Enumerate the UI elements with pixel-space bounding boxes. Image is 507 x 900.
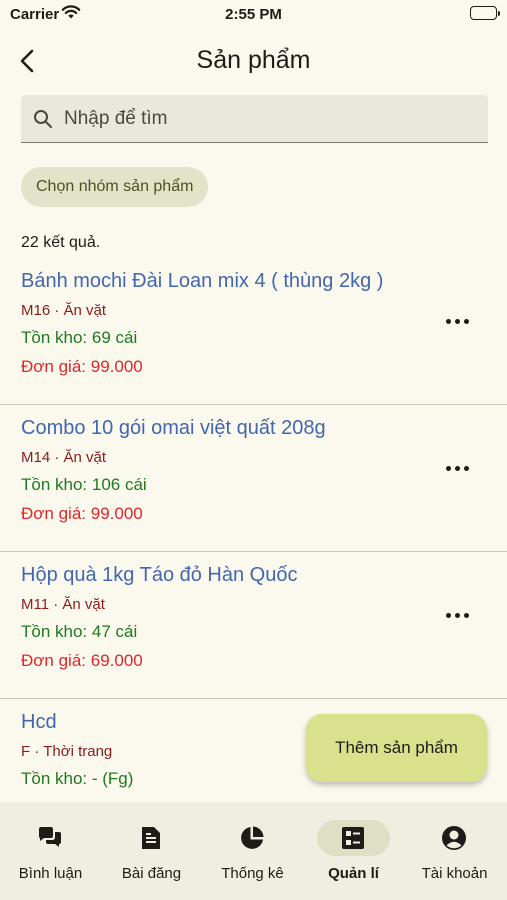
product-code-category: M14 · Ăn vặt xyxy=(21,449,107,466)
nav-label: Bình luận xyxy=(18,865,83,882)
product-item[interactable]: Bánh mochi Đài Loan mix 4 ( thùng 2kg ) … xyxy=(0,258,507,405)
search-input[interactable] xyxy=(64,101,474,137)
page-title: Sản phẩm xyxy=(196,46,311,74)
product-stock: Tồn kho: 69 cái xyxy=(21,328,138,347)
product-stock: Tồn kho: 106 cái xyxy=(21,475,147,494)
product-price: Đơn giá: 69.000 xyxy=(21,651,143,670)
product-code-category: M16 · Ăn vặt xyxy=(21,302,107,319)
nav-item-posts[interactable]: Bài đăng xyxy=(101,802,202,900)
product-price: Đơn giá: 99.000 xyxy=(21,504,143,523)
product-group-filter-chip[interactable]: Chọn nhóm sản phẩm xyxy=(21,167,209,207)
product-stock: Tồn kho: 47 cái xyxy=(21,622,138,641)
comments-icon xyxy=(37,825,63,851)
nav-label: Bài đăng xyxy=(121,865,182,882)
pie-chart-icon xyxy=(239,825,265,851)
more-options-icon[interactable] xyxy=(444,461,472,477)
search-box[interactable] xyxy=(21,95,488,143)
product-name: Hộp quà 1kg Táo đỏ Hàn Quốc xyxy=(21,564,298,586)
product-price: Đơn giá: 99.000 xyxy=(21,357,143,376)
nav-label: Thống kê xyxy=(221,865,284,882)
nav-item-manage[interactable]: Quản lí xyxy=(303,802,404,900)
document-icon xyxy=(138,825,164,851)
nav-item-statistics[interactable]: Thống kê xyxy=(202,802,303,900)
product-name: Hcd xyxy=(21,711,57,733)
nav-label: Tài khoản xyxy=(421,865,488,882)
battery-icon xyxy=(470,6,500,20)
list-manage-icon xyxy=(340,825,366,851)
product-code-category: M11 · Ăn vặt xyxy=(21,596,105,613)
product-code-category: F · Thời trang xyxy=(21,743,113,760)
bottom-navigation: Bình luận Bài đăng Thống kê Quản lí Tài … xyxy=(0,802,507,900)
product-name: Bánh mochi Đài Loan mix 4 ( thùng 2kg ) xyxy=(21,270,384,292)
nav-item-comments[interactable]: Bình luận xyxy=(0,802,101,900)
add-product-button[interactable]: Thêm sản phẩm xyxy=(306,714,487,782)
nav-item-account[interactable]: Tài khoản xyxy=(404,802,505,900)
status-bar: Carrier 2:55 PM xyxy=(0,0,507,30)
product-name: Combo 10 gói omai việt quất 208g xyxy=(21,417,326,439)
app-bar: Sản phẩm xyxy=(0,36,507,86)
result-count: 22 kết quả. xyxy=(21,234,101,251)
account-icon xyxy=(441,825,467,851)
product-item[interactable]: Hộp quà 1kg Táo đỏ Hàn Quốc M11 · Ăn vặt… xyxy=(0,552,507,699)
more-options-icon[interactable] xyxy=(444,314,472,330)
search-icon xyxy=(33,109,53,134)
clock: 2:55 PM xyxy=(225,6,282,23)
product-item[interactable]: Combo 10 gói omai việt quất 208g M14 · Ă… xyxy=(0,405,507,552)
product-stock: Tồn kho: - (Fg) xyxy=(21,769,134,788)
nav-label: Quản lí xyxy=(328,865,379,882)
more-options-icon[interactable] xyxy=(444,608,472,624)
